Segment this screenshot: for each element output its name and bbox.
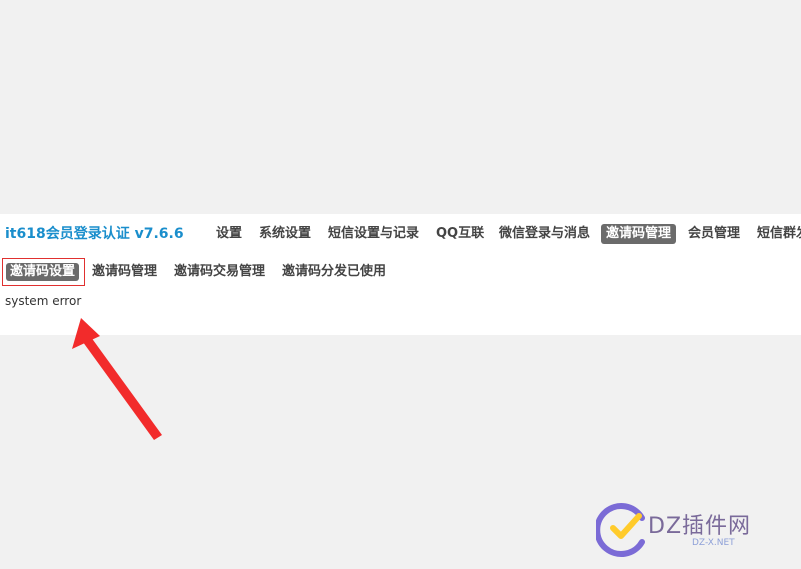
watermark-logo-icon [596,503,645,557]
watermark-brand: DZ插件网 [648,514,752,539]
annotation-arrow [72,318,162,440]
watermark: DZ插件网 DZ-X.NET [596,500,796,560]
watermark-url: DZ-X.NET [692,538,735,548]
